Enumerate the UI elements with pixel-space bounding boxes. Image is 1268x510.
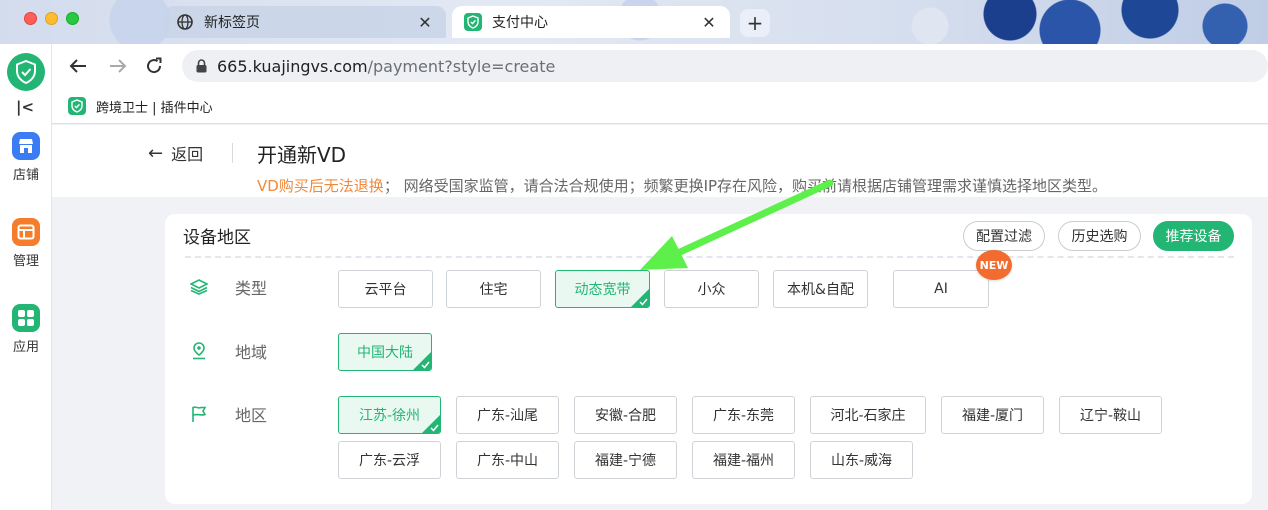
type-option-niche[interactable]: 小众 [664,270,759,308]
type-option-local-custom[interactable]: 本机&自配 [773,270,868,308]
back-label: 返回 [171,145,204,164]
reload-icon[interactable] [142,54,166,78]
side-panel: |< 店铺 管理 应用 [0,44,52,510]
tab-close-icon[interactable]: ✕ [416,13,434,32]
bookmarks-bar: 跨境卫士 | 插件中心 [52,88,1268,124]
region-option[interactable]: 广东-东莞 [692,396,795,434]
region-option[interactable]: 福建-宁德 [574,441,677,479]
shield-icon [464,13,482,31]
tab-close-icon[interactable]: ✕ [700,13,718,32]
browser-tabstrip: 新标签页 ✕ 支付中心 ✕ + [0,0,1268,44]
flag-icon [189,404,209,424]
sidebar-item-store[interactable]: 店铺 [0,132,52,183]
purchase-warning: VD购买后无法退换； 网络受国家监管，请合法合规使用；频繁更换IP存在风险，购买… [257,175,1107,196]
region-row-label: 地区 [189,402,267,426]
tab-payment-center[interactable]: 支付中心 ✕ [452,6,730,38]
tab-title: 支付中心 [492,15,548,31]
check-icon [421,361,430,369]
back-button[interactable]: ← 返回 [148,141,203,165]
location-pin-icon [189,341,209,361]
type-option-cloud[interactable]: 云平台 [338,270,433,308]
sidebar-item-label: 店铺 [12,168,39,183]
url-path: /payment?style=create [367,56,556,76]
warning-emphasis: VD购买后无法退换 [257,177,384,195]
config-filter-button[interactable]: 配置过滤 [963,221,1045,251]
main-content: ← 返回 开通新VD VD购买后无法退换； 网络受国家监管，请合法合规使用；频繁… [52,125,1268,510]
region-option[interactable]: 山东-威海 [810,441,913,479]
globe-icon [176,13,194,31]
manage-icon [12,218,40,246]
purchase-history-button[interactable]: 历史选购 [1058,221,1141,251]
header-divider [232,143,233,163]
region-option[interactable]: 江苏-徐州 [338,396,441,434]
window-zoom-button[interactable] [66,12,79,25]
sidebar-item-manage[interactable]: 管理 [0,218,52,269]
sidebar-item-apps[interactable]: 应用 [0,304,52,355]
section-divider [185,256,1234,258]
check-icon [639,298,648,306]
region-option[interactable]: 福建-福州 [692,441,795,479]
app-logo-icon[interactable] [7,53,45,91]
region-option[interactable]: 广东-云浮 [338,441,441,479]
layers-icon [189,277,209,297]
shield-icon [68,97,86,115]
region-label: 地区 [235,406,268,425]
warning-text: ； 网络受国家监管，请合法合规使用；频繁更换IP存在风险，购买前请根据店铺管理需… [383,177,1108,195]
bookmark-plugin-center[interactable]: 跨境卫士 | 插件中心 [68,94,213,118]
type-option-residential[interactable]: 住宅 [446,270,541,308]
region-option[interactable]: 河北-石家庄 [810,396,926,434]
region-option[interactable]: 广东-中山 [456,441,559,479]
apps-icon [12,304,40,332]
page-title: 开通新VD [257,143,347,167]
new-tab-button[interactable]: + [740,9,770,37]
store-icon [12,132,40,160]
card-title: 设备地区 [183,228,251,248]
tab-new-tab[interactable]: 新标签页 ✕ [164,6,446,38]
option-label: 动态宽带 [574,282,631,298]
domain-label: 地域 [235,343,268,362]
option-label: 江苏-徐州 [358,408,421,424]
page-header: ← 返回 开通新VD VD购买后无法退换； 网络受国家监管，请合法合规使用；频繁… [52,125,1268,197]
region-option[interactable]: 安徽-合肥 [574,396,677,434]
region-option[interactable]: 广东-汕尾 [456,396,559,434]
back-arrow-icon[interactable] [66,54,90,78]
region-option[interactable]: 辽宁-鞍山 [1059,396,1162,434]
region-option[interactable]: 福建-厦门 [941,396,1044,434]
collapse-sidebar-icon[interactable]: |< [14,96,36,118]
sidebar-item-label: 应用 [12,340,39,355]
back-arrow-icon: ← [148,142,164,164]
tab-title: 新标签页 [204,15,260,31]
sidebar-item-label: 管理 [12,254,39,269]
browser-toolbar: 665.kuajingvs.com/payment?style=create [52,44,1268,88]
lock-icon [196,59,207,73]
window-close-button[interactable] [24,12,37,25]
new-badge: NEW [976,250,1012,280]
url-host: 665.kuajingvs.com [217,56,368,76]
bookmark-label: 跨境卫士 | 插件中心 [96,100,213,116]
domain-row-label: 地域 [189,339,267,363]
type-row-label: 类型 [189,275,267,299]
window-minimize-button[interactable] [45,12,58,25]
type-option-ai[interactable]: AI [893,270,989,308]
address-bar[interactable]: 665.kuajingvs.com/payment?style=create [182,50,1268,82]
forward-arrow-icon[interactable] [106,54,130,78]
device-region-card: 设备地区 配置过滤 历史选购 推荐设备 类型 云平台 住宅 动态宽带 小众 本机… [165,214,1252,504]
recommend-device-button[interactable]: 推荐设备 [1153,221,1234,251]
type-label: 类型 [235,279,268,298]
check-icon [430,424,439,432]
type-option-dynamic-broadband[interactable]: 动态宽带 [555,270,650,308]
domain-option-mainland-china[interactable]: 中国大陆 [338,333,432,371]
option-label: 中国大陆 [357,345,413,361]
